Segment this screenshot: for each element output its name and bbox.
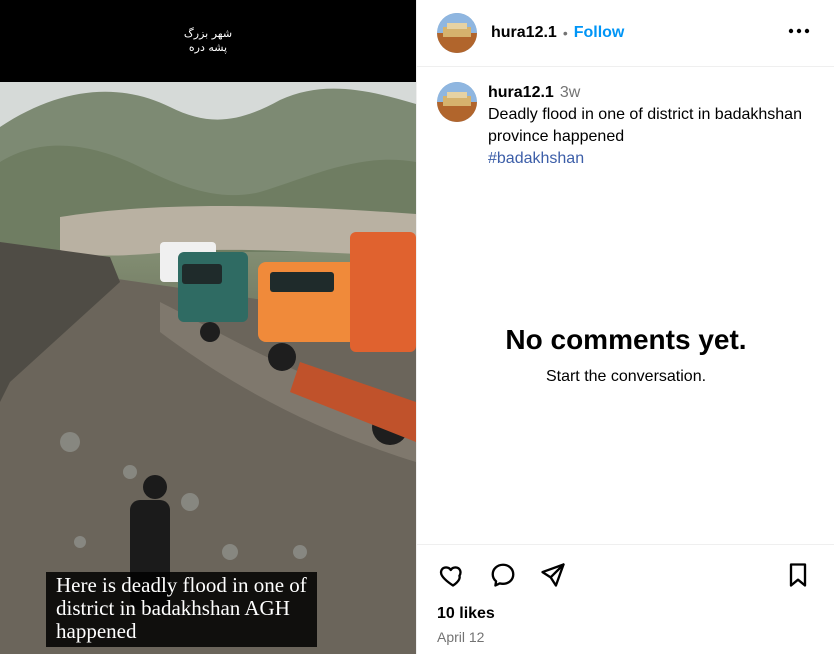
comment-button[interactable] (487, 561, 519, 593)
like-button[interactable] (437, 561, 469, 593)
avatar[interactable] (437, 82, 477, 122)
overlay-line-1: شهر بزرگ (183, 27, 233, 40)
bookmark-icon (784, 561, 812, 594)
post-actions: 10 likes April 12 (417, 544, 834, 655)
empty-comments-title: No comments yet. (505, 324, 747, 355)
video-frame (0, 82, 416, 654)
post-media[interactable]: شهر بزرگ پشه دره Here is deadly flood in… (0, 0, 416, 654)
share-button[interactable] (537, 561, 569, 593)
share-icon (539, 561, 567, 594)
overlay-line-2: پشه دره (188, 41, 228, 54)
more-horizontal-icon (788, 21, 810, 39)
save-button[interactable] (782, 561, 814, 593)
flood-scene-illustration (0, 82, 416, 654)
post-time[interactable]: 3w (560, 84, 580, 101)
avatar-image-icon (437, 82, 477, 122)
avatar[interactable] (437, 13, 477, 53)
likes-count[interactable]: 10 likes (437, 605, 495, 623)
empty-comments-subtitle: Start the conversation. (545, 368, 707, 385)
separator-dot: • (562, 25, 568, 41)
empty-comments-state: No comments yet. Start the conversation. (417, 322, 834, 386)
post-header: hura12.1 • Follow (417, 0, 834, 67)
post-text: Deadly flood in one of district in badak… (488, 106, 802, 145)
comment-icon (489, 561, 517, 594)
heart-icon (439, 561, 467, 594)
post-username[interactable]: hura12.1 (488, 84, 554, 101)
post-date[interactable]: April 12 (437, 629, 484, 645)
follow-button[interactable]: Follow (574, 24, 625, 42)
post-body: hura12.1 3w Deadly flood in one of distri… (488, 82, 817, 170)
video-caption: Here is deadly flood in one of district … (46, 572, 317, 647)
hashtag-link[interactable]: #badakhshan (488, 150, 584, 167)
post-caption-block: hura12.1 3w Deadly flood in one of distri… (437, 82, 817, 170)
media-top-overlay: شهر بزرگ پشه دره (0, 0, 416, 82)
post-side-panel: hura12.1 • Follow hura12.1 3w Deadly flo… (416, 0, 834, 654)
more-options-button[interactable] (784, 18, 814, 42)
header-username[interactable]: hura12.1 (491, 24, 557, 42)
avatar-image-icon (437, 13, 477, 53)
post-modal: شهر بزرگ پشه دره Here is deadly flood in… (0, 0, 834, 654)
